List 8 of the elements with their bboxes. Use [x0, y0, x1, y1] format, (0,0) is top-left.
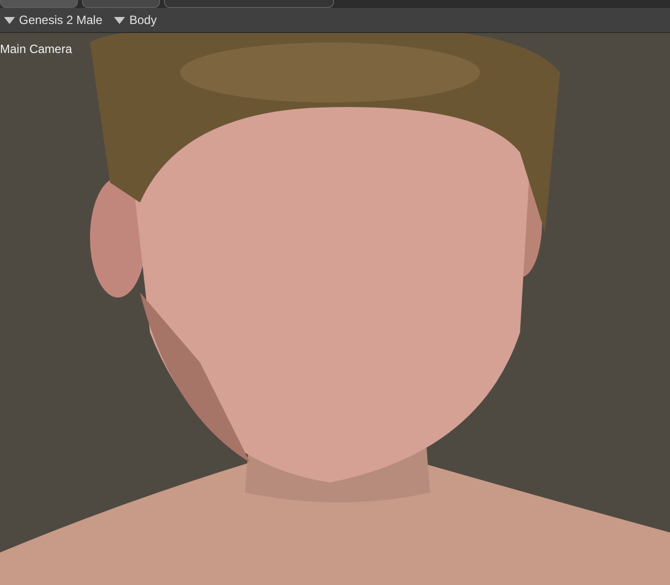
tab[interactable]	[164, 0, 334, 8]
tab[interactable]	[82, 0, 160, 8]
caret-icon	[4, 16, 15, 24]
caret-icon	[114, 16, 126, 24]
dropdown-menu[interactable]: Genesis 2 Male	[2, 13, 104, 27]
dropdown-menu[interactable]: Body	[112, 13, 159, 27]
camera-label: Main Camera	[0, 42, 72, 56]
tab[interactable]	[0, 0, 78, 8]
